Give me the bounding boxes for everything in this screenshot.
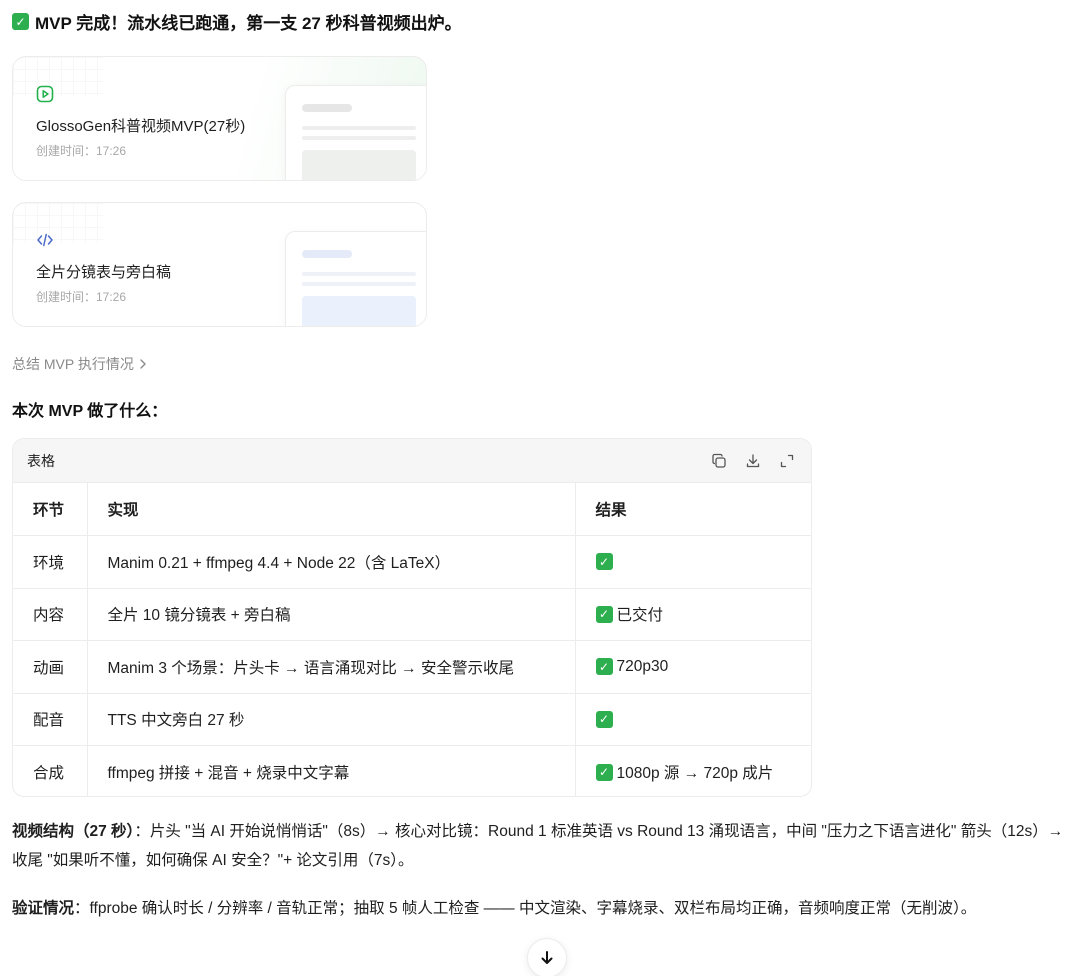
check-mark-icon: ✓	[595, 658, 613, 676]
chevron-right-icon	[140, 359, 146, 369]
table-cell: ✓ 1080p 源 → 720p 成片	[575, 746, 811, 797]
table-cell: 内容	[13, 588, 88, 641]
result-text: 已交付	[616, 607, 664, 625]
table-cell: ✓ 已交付	[575, 588, 811, 641]
artifact-card-video[interactable]: GlossoGen科普视频MVP(27秒) 创建时间：17:26	[12, 56, 427, 181]
table-row: 合成 ffmpeg 拼接 + 混音 + 烧录中文字幕 ✓ 1080p 源 → 72…	[13, 745, 811, 797]
card-title: GlossoGen科普视频MVP(27秒)	[36, 118, 246, 135]
structure-label: 视频结构（27 秒）	[12, 823, 135, 840]
card-decoration	[13, 203, 103, 243]
card-created-time: 创建时间：17:26	[36, 144, 127, 158]
check-mark-icon: ✓	[595, 710, 613, 728]
download-icon[interactable]	[743, 451, 763, 471]
expand-icon[interactable]	[777, 451, 797, 471]
table-cell: 配音	[13, 693, 88, 746]
table-cell: ✓	[575, 535, 811, 589]
artifact-card-script[interactable]: 全片分镜表与旁白稿 创建时间：17:26	[12, 202, 427, 327]
play-square-icon	[36, 85, 54, 103]
verification-paragraph: 验证情况：ffprobe 确认时长 / 分辨率 / 音轨正常；抽取 5 帧人工检…	[12, 894, 1072, 923]
verify-text: ：ffprobe 确认时长 / 分辨率 / 音轨正常；抽取 5 帧人工检查 ——…	[74, 900, 977, 917]
headline: ✓ MVP 完成！流水线已跑通，第一支 27 秒科普视频出炉。	[12, 9, 462, 34]
table-cell: Manim 0.21 + ffmpeg 4.4 + Node 22（含 LaTe…	[87, 535, 576, 589]
card-decoration	[13, 57, 103, 97]
table-row: 动画 Manim 3 个场景：片头卡 → 语言涌现对比 → 安全警示收尾 ✓ 72…	[13, 640, 811, 694]
table-row: 内容 全片 10 镜分镜表 + 旁白稿 ✓ 已交付	[13, 588, 811, 641]
table-cell: 动画	[13, 640, 88, 694]
table-cell: TTS 中文旁白 27 秒	[87, 693, 576, 746]
column-header: 结果	[575, 483, 811, 536]
summary-link[interactable]: 总结 MVP 执行情况	[12, 354, 148, 374]
table-cell: Manim 3 个场景：片头卡 → 语言涌现对比 → 安全警示收尾	[87, 640, 576, 694]
table-cell: 全片 10 镜分镜表 + 旁白稿	[87, 588, 576, 641]
check-mark-icon: ✓	[595, 553, 613, 571]
card-preview-thumbnail	[285, 85, 426, 180]
result-text: 1080p 源 → 720p 成片	[616, 765, 774, 782]
card-preview-thumbnail	[285, 231, 426, 326]
check-mark-icon: ✓	[595, 605, 613, 623]
headline-text: MVP 完成！流水线已跑通，第一支 27 秒科普视频出炉。	[35, 14, 462, 33]
table-cell: ✓ 720p30	[575, 640, 811, 694]
arrow-down-icon	[541, 951, 553, 964]
data-table: 环节 实现 结果 环境 Manim 0.21 + ffmpeg 4.4 + No…	[13, 483, 811, 797]
result-text: 720p30	[616, 657, 669, 675]
card-created-time: 创建时间：17:26	[36, 290, 127, 304]
table-cell: ✓	[575, 693, 811, 746]
result-table: 表格 环节 实现 结果 环境 Manim 0.21 + ffmpeg 4.4 +…	[12, 438, 812, 797]
check-mark-icon: ✓	[12, 13, 29, 30]
summary-link-label: 总结 MVP 执行情况	[12, 356, 134, 372]
structure-text: ：片头 "当 AI 开始说悄悄话"（8s）→ 核心对比镜：Round 1 标准英…	[12, 823, 1064, 869]
table-header-row: 环节 实现 结果	[13, 483, 811, 536]
video-structure-paragraph: 视频结构（27 秒）：片头 "当 AI 开始说悄悄话"（8s）→ 核心对比镜：R…	[12, 817, 1072, 875]
scroll-to-bottom-button[interactable]	[527, 938, 567, 976]
copy-icon[interactable]	[709, 451, 729, 471]
check-mark-icon: ✓	[595, 763, 613, 781]
table-toolbar: 表格	[13, 439, 811, 483]
card-title: 全片分镜表与旁白稿	[36, 264, 172, 281]
table-row: 配音 TTS 中文旁白 27 秒 ✓	[13, 693, 811, 746]
section-title: 本次 MVP 做了什么：	[12, 403, 168, 420]
column-header: 环节	[13, 483, 88, 536]
table-cell: ffmpeg 拼接 + 混音 + 烧录中文字幕	[87, 745, 576, 796]
table-cell: 环境	[13, 535, 88, 589]
code-icon	[37, 233, 53, 247]
verify-label: 验证情况	[12, 900, 75, 917]
table-label: 表格	[27, 452, 55, 469]
table-cell: 合成	[13, 745, 88, 796]
table-row: 环境 Manim 0.21 + ffmpeg 4.4 + Node 22（含 L…	[13, 535, 811, 589]
column-header: 实现	[87, 483, 576, 536]
